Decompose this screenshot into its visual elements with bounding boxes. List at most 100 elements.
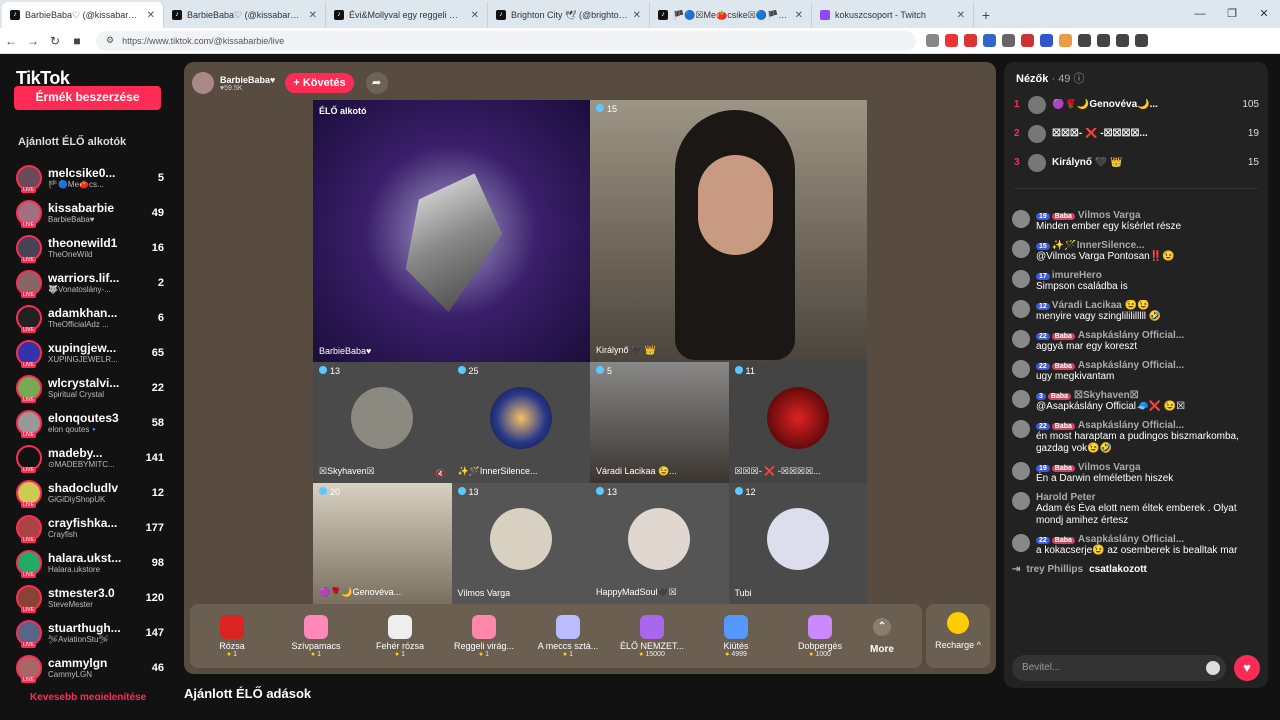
sidebar-icon[interactable] bbox=[1097, 34, 1110, 47]
creator-item[interactable]: shadocludlvGiGiDiyShopUK 12 bbox=[16, 475, 164, 510]
hls-icon[interactable] bbox=[1021, 34, 1034, 47]
site-settings-icon[interactable]: ⚙ bbox=[106, 35, 114, 46]
follow-button[interactable]: + Követés bbox=[285, 73, 354, 93]
guest-video[interactable]: 13 ☒Skyhaven☒ 🔇 bbox=[313, 362, 452, 483]
gift-item[interactable]: ÉLŐ NEMZET...15000 bbox=[610, 614, 694, 658]
info-icon[interactable]: ⓘ bbox=[1074, 73, 1085, 85]
browser-tab[interactable]: ♪ Brighton City 🕊 (@brighton.city) ÉLŐ ✕ bbox=[488, 2, 650, 28]
creator-item[interactable]: theonewild1TheOneWild 16 bbox=[16, 230, 164, 265]
new-tab-button[interactable]: + bbox=[974, 2, 998, 28]
creator-item[interactable]: xupingjew...XUPINGJEWELR... 65 bbox=[16, 335, 164, 370]
gift-item[interactable]: A meccs sztá...1 bbox=[526, 614, 610, 658]
chat-username[interactable]: imureHero bbox=[1052, 270, 1102, 281]
tool-icon[interactable] bbox=[1002, 34, 1015, 47]
url-field[interactable]: ⚙ https://www.tiktok.com/@kissabarbie/li… bbox=[96, 30, 916, 51]
minimize-icon[interactable]: — bbox=[1184, 0, 1216, 28]
creator-item[interactable]: crayfishka...Crayfish 177 bbox=[16, 510, 164, 545]
extension-icon[interactable] bbox=[926, 34, 939, 47]
chat-username[interactable]: Asapkáslány Official... bbox=[1078, 360, 1184, 371]
guest-video[interactable]: 11 ☒☒☒- ❌ -☒☒☒☒... bbox=[728, 362, 867, 483]
tab-close-icon[interactable]: ✕ bbox=[795, 10, 803, 21]
chat-avatar[interactable] bbox=[1012, 210, 1030, 228]
chat-username[interactable]: Asapkáslány Official... bbox=[1078, 534, 1184, 545]
chat-avatar[interactable] bbox=[1012, 462, 1030, 480]
creator-item[interactable]: wlcrystalvi...Spiritual Crystal 22 bbox=[16, 370, 164, 405]
chat-avatar[interactable] bbox=[1012, 420, 1030, 438]
guest-video[interactable]: 20 🟣🌹🌙Genovéva... bbox=[313, 483, 452, 604]
forward-icon[interactable]: → bbox=[22, 34, 44, 48]
brave-shield-icon[interactable] bbox=[945, 34, 958, 47]
chat-username[interactable]: ✨🪄InnerSilence... bbox=[1052, 240, 1145, 251]
creator-item[interactable]: halara.ukst...Halara.ukstore 98 bbox=[16, 545, 164, 580]
tab-close-icon[interactable]: ✕ bbox=[633, 10, 641, 21]
browser-tab[interactable]: ♪ 🏴🔵☒Me🍅csike☒🔵🏴 (@melc ✕ bbox=[650, 2, 812, 28]
triangle-icon[interactable] bbox=[964, 34, 977, 47]
chat-avatar[interactable] bbox=[1012, 300, 1030, 318]
chat-username[interactable]: Vilmos Varga bbox=[1078, 210, 1141, 221]
chat-username[interactable]: Asapkáslány Official... bbox=[1078, 330, 1184, 341]
guest-video[interactable]: 5 Váradi Lacikaa 😉... bbox=[590, 362, 729, 483]
reload-icon[interactable]: ↻ bbox=[44, 34, 66, 48]
puzzle-icon[interactable] bbox=[1078, 34, 1091, 47]
color-icon[interactable] bbox=[1059, 34, 1072, 47]
top-viewer[interactable]: 3 Királynő 🖤 👑 15 bbox=[1014, 148, 1259, 177]
chat-avatar[interactable] bbox=[1012, 240, 1030, 258]
user-extension-icon[interactable] bbox=[1040, 34, 1053, 47]
chat-avatar[interactable] bbox=[1012, 492, 1030, 510]
creator-item[interactable]: cammylgnCammyLGN 46 bbox=[16, 650, 164, 685]
browser-tab[interactable]: ♪ BarbieBaba♡ (@kissabarbie) ÉL ✕ bbox=[164, 2, 326, 28]
gift-item[interactable]: Rózsa1 bbox=[190, 614, 274, 658]
guest-video-large[interactable]: 15 Királynő 🖤 👑 bbox=[590, 100, 867, 362]
creator-item[interactable]: kissabarbieBarbieBaba♥ 49 bbox=[16, 195, 164, 230]
creator-item[interactable]: melcsike0...🏴🔵Me🍅cs... 5 bbox=[16, 160, 164, 195]
back-icon[interactable]: ← bbox=[0, 34, 22, 48]
chat-avatar[interactable] bbox=[1012, 330, 1030, 348]
bookmark-icon[interactable]: ■ bbox=[66, 34, 88, 48]
close-window-icon[interactable]: ✕ bbox=[1248, 0, 1280, 28]
host-name[interactable]: BarbieBaba♥ bbox=[220, 75, 275, 85]
see-less-link[interactable]: Kevesebb megjelenítése bbox=[30, 692, 146, 700]
tab-close-icon[interactable]: ✕ bbox=[309, 10, 317, 21]
menu-icon[interactable] bbox=[1135, 34, 1148, 47]
guest-video[interactable]: 25 ✨🪄InnerSilence... bbox=[451, 362, 590, 483]
browser-tab[interactable]: ♪ Évi&Mollyval egy reggeli 🙈😍 (@m ✕ bbox=[326, 2, 488, 28]
guest-video[interactable]: 13 HappyMadSoul🖤☒ bbox=[590, 483, 729, 604]
chat-username[interactable]: Váradi Lacikaa 😉😉 bbox=[1052, 300, 1150, 311]
gift-item[interactable]: Reggeli virág...1 bbox=[442, 614, 526, 658]
joined-user[interactable]: trey Phillips bbox=[1026, 564, 1083, 575]
wallet-icon[interactable] bbox=[1116, 34, 1129, 47]
chat-avatar[interactable] bbox=[1012, 390, 1030, 408]
tab-close-icon[interactable]: ✕ bbox=[147, 10, 155, 21]
get-coins-button[interactable]: Érmék beszerzése bbox=[14, 86, 161, 110]
gift-item[interactable]: Szívpamacs1 bbox=[274, 614, 358, 658]
translate-icon[interactable] bbox=[983, 34, 996, 47]
host-video[interactable]: ÉLŐ alkotó BarbieBaba♥ bbox=[313, 100, 590, 362]
top-viewer[interactable]: 1 🟣🌹🌙Genovéva🌙... 105 bbox=[1014, 90, 1259, 119]
gift-item[interactable]: Dobpergés1000 bbox=[778, 614, 862, 658]
tab-close-icon[interactable]: ✕ bbox=[957, 10, 965, 21]
chat-avatar[interactable] bbox=[1012, 270, 1030, 288]
creator-item[interactable]: warriors.lif...🐺Vonatoslány-... 2 bbox=[16, 265, 164, 300]
gift-item[interactable]: Kiütés4999 bbox=[694, 614, 778, 658]
share-icon[interactable]: ➦ bbox=[365, 72, 388, 94]
creator-item[interactable]: adamkhan...TheOfficialAdz ... 6 bbox=[16, 300, 164, 335]
heart-icon[interactable]: ♥ bbox=[1234, 655, 1260, 681]
chat-username[interactable]: ☒Skyhaven☒ bbox=[1074, 390, 1139, 401]
creator-item[interactable]: stuarthugh...🛩AviationStu🛩 147 bbox=[16, 615, 164, 650]
chat-username[interactable]: Vilmos Varga bbox=[1078, 462, 1141, 473]
browser-tab[interactable]: kokuszcsoport - Twitch ✕ bbox=[812, 2, 974, 28]
recharge-button[interactable]: Recharge ^ bbox=[926, 604, 990, 668]
chat-username[interactable]: Harold Peter bbox=[1036, 492, 1095, 503]
guest-video[interactable]: 12 Tubi bbox=[728, 483, 867, 604]
host-avatar[interactable] bbox=[192, 72, 214, 94]
creator-item[interactable]: elonqoutes3elon qoutes🔹 58 bbox=[16, 405, 164, 440]
creator-item[interactable]: madeby...⊙MADEBYMITC... 141 bbox=[16, 440, 164, 475]
tab-close-icon[interactable]: ✕ bbox=[471, 10, 479, 21]
browser-tab[interactable]: ♪ BarbieBaba♡ (@kissabarbie) ✕ bbox=[2, 2, 164, 28]
restore-icon[interactable]: ❐ bbox=[1216, 0, 1248, 28]
chat-username[interactable]: Asapkáslány Official... bbox=[1078, 420, 1184, 431]
creator-item[interactable]: stmester3.0SteveMester 120 bbox=[16, 580, 164, 615]
chat-avatar[interactable] bbox=[1012, 360, 1030, 378]
more-gifts-button[interactable]: ⌃ More bbox=[862, 617, 902, 655]
chat-avatar[interactable] bbox=[1012, 534, 1030, 552]
